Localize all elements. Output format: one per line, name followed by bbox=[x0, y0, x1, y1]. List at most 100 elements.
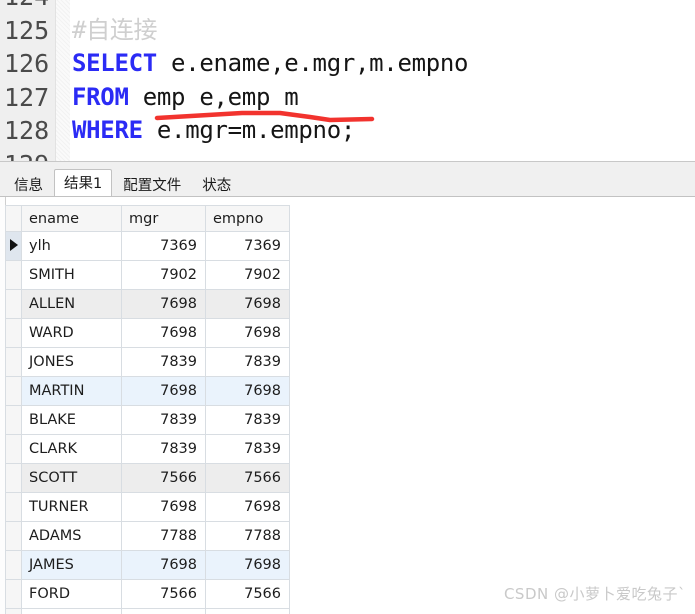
cell-empno[interactable]: 7902 bbox=[205, 260, 290, 290]
row-indicator-cell[interactable] bbox=[5, 260, 22, 290]
column-header-mgr[interactable]: mgr bbox=[121, 205, 206, 232]
column-header-empno[interactable]: empno bbox=[205, 205, 290, 232]
table-row[interactable]: ALLEN 7698 7698 bbox=[5, 289, 290, 319]
line-number: 125 bbox=[4, 15, 50, 45]
cell-mgr[interactable]: 7698 bbox=[121, 289, 206, 319]
tab-4[interactable]: 状态 bbox=[192, 173, 241, 198]
row-indicator-cell[interactable] bbox=[5, 434, 22, 464]
cell-mgr[interactable]: 7566 bbox=[121, 463, 206, 493]
code-line-text: FROM emp e,emp m bbox=[72, 81, 299, 115]
cell-ename[interactable]: MARTIN bbox=[21, 376, 122, 406]
table-row[interactable]: JONES 7839 7839 bbox=[5, 347, 290, 377]
cell-empno[interactable]: 7566 bbox=[205, 579, 290, 609]
cell-empno[interactable]: 7839 bbox=[205, 434, 290, 464]
column-header-ename[interactable]: ename bbox=[21, 205, 122, 232]
cell-empno[interactable]: 7566 bbox=[205, 463, 290, 493]
table-row[interactable]: SCOTT 7566 7566 bbox=[5, 463, 290, 493]
cell-mgr[interactable]: 7788 bbox=[121, 521, 206, 551]
result-table-body[interactable]: ylh 7369 7369 SMITH 7902 7902 ALLEN 7698 7698 WAR… bbox=[5, 231, 290, 614]
row-indicator-cell[interactable] bbox=[5, 289, 22, 319]
code-line[interactable]: 128 WHERE e.mgr=m.empno; bbox=[0, 114, 695, 148]
cell-mgr[interactable]: 7698 bbox=[121, 376, 206, 406]
code-line[interactable]: 126 SELECT e.ename,e.mgr,m.empno bbox=[0, 47, 695, 81]
code-token-plain: e.ename,e.mgr,m.empno bbox=[156, 49, 469, 77]
table-row[interactable]: ADAMS 7788 7788 bbox=[5, 521, 290, 551]
row-indicator-cell[interactable] bbox=[5, 463, 22, 493]
cell-mgr[interactable]: 7902 bbox=[121, 260, 206, 290]
row-indicator-cell[interactable] bbox=[5, 550, 22, 580]
cell-mgr[interactable]: 7698 bbox=[121, 318, 206, 348]
tab-3[interactable]: 配置文件 bbox=[113, 173, 191, 198]
cell-ename[interactable]: WARD bbox=[21, 318, 122, 348]
cell-ename[interactable]: ylh bbox=[21, 231, 122, 261]
cell-mgr[interactable]: 7698 bbox=[121, 550, 206, 580]
cell-ename[interactable]: MILLER bbox=[21, 608, 122, 614]
table-row[interactable]: FORD 7566 7566 bbox=[5, 579, 290, 609]
sql-code-editor[interactable]: 124125 #自连接 126 SELECT e.ename,e.mgr,m.empn… bbox=[0, 0, 695, 161]
code-line[interactable]: 125 #自连接 bbox=[0, 14, 695, 48]
row-indicator-cell[interactable] bbox=[5, 521, 22, 551]
cell-ename[interactable]: SMITH bbox=[21, 260, 122, 290]
row-indicator-cell[interactable] bbox=[5, 347, 22, 377]
cell-mgr[interactable]: 7566 bbox=[121, 579, 206, 609]
cell-ename[interactable]: JONES bbox=[21, 347, 122, 377]
cell-ename[interactable]: FORD bbox=[21, 579, 122, 609]
csdn-watermark: CSDN @小萝卜爱吃兔子` bbox=[503, 585, 686, 603]
row-indicator-cell[interactable] bbox=[5, 579, 22, 609]
table-row[interactable]: JAMES 7698 7698 bbox=[5, 550, 290, 580]
row-indicator-cell[interactable] bbox=[5, 231, 22, 261]
cell-mgr[interactable]: 7782 bbox=[121, 608, 206, 614]
row-indicator-cell[interactable] bbox=[5, 492, 22, 522]
result-table-header-row: ename mgr empno bbox=[5, 205, 290, 232]
cell-mgr[interactable]: 7369 bbox=[121, 231, 206, 261]
cell-empno[interactable]: 7698 bbox=[205, 492, 290, 522]
table-row[interactable]: MILLER77827782 bbox=[5, 608, 290, 614]
cell-mgr[interactable]: 7839 bbox=[121, 347, 206, 377]
row-indicator-cell[interactable] bbox=[5, 608, 22, 614]
cell-empno[interactable]: 7839 bbox=[205, 347, 290, 377]
cell-empno[interactable]: 7369 bbox=[205, 231, 290, 261]
table-row[interactable]: SMITH 7902 7902 bbox=[5, 260, 290, 290]
line-number: 126 bbox=[4, 49, 50, 78]
cell-empno[interactable]: 7698 bbox=[205, 550, 290, 580]
cell-mgr[interactable]: 7839 bbox=[121, 405, 206, 435]
table-row[interactable]: TURNER 7698 7698 bbox=[5, 492, 290, 522]
line-number: 124 bbox=[0, 0, 49, 14]
cell-empno[interactable]: 7698 bbox=[205, 289, 290, 319]
table-row[interactable]: WARD 7698 7698 bbox=[5, 318, 290, 348]
cell-ename[interactable]: BLAKE bbox=[21, 405, 122, 435]
code-line[interactable]: 129 bbox=[0, 148, 695, 162]
table-row[interactable]: MARTIN 7698 7698 bbox=[5, 376, 290, 406]
table-row[interactable]: ylh 7369 7369 bbox=[5, 231, 290, 261]
tab-1[interactable]: 信息 bbox=[4, 173, 53, 198]
cell-mgr[interactable]: 7839 bbox=[121, 434, 206, 464]
code-line[interactable]: 127 FROM emp e,emp m bbox=[0, 81, 695, 115]
result-table[interactable]: ename mgr empno ylh 7369 7369 SMITH 7902 7902 AL… bbox=[5, 205, 290, 614]
cell-empno[interactable]: 7698 bbox=[205, 318, 290, 348]
row-indicator-header bbox=[5, 205, 22, 232]
cell-empno[interactable]: 7698 bbox=[205, 376, 290, 406]
cell-empno[interactable]: 7839 bbox=[205, 405, 290, 435]
code-token-plain: e.mgr=m.empno; bbox=[142, 116, 355, 144]
cell-ename[interactable]: ALLEN bbox=[21, 289, 122, 319]
tab-2[interactable]: 结果1 bbox=[54, 169, 113, 198]
cell-empno[interactable]: 7782 bbox=[205, 608, 290, 614]
code-line[interactable]: 124 bbox=[0, 0, 695, 14]
result-grid-panel[interactable]: ename mgr empno ylh 7369 7369 SMITH 7902 7902 AL… bbox=[0, 197, 695, 614]
cell-empno[interactable]: 7788 bbox=[205, 521, 290, 551]
cell-ename[interactable]: SCOTT bbox=[21, 463, 122, 493]
cell-ename[interactable]: CLARK bbox=[21, 434, 122, 464]
code-token-keyword: SELECT bbox=[72, 49, 157, 77]
row-indicator-cell[interactable] bbox=[5, 318, 22, 348]
row-indicator-cell[interactable] bbox=[5, 376, 22, 406]
cell-ename[interactable]: ADAMS bbox=[21, 521, 122, 551]
row-indicator-cell[interactable] bbox=[5, 405, 22, 435]
code-token-plain: emp e,emp m bbox=[128, 82, 299, 111]
editor-code-area[interactable]: 124125 #自连接 126 SELECT e.ename,e.mgr,m.empn… bbox=[0, 0, 695, 161]
result-panel-tabbar: 信息 结果1 配置文件 状态 bbox=[0, 161, 695, 198]
cell-mgr[interactable]: 7698 bbox=[121, 492, 206, 522]
table-row[interactable]: BLAKE 7839 7839 bbox=[5, 405, 290, 435]
cell-ename[interactable]: TURNER bbox=[21, 492, 122, 522]
table-row[interactable]: CLARK 7839 7839 bbox=[5, 434, 290, 464]
cell-ename[interactable]: JAMES bbox=[21, 550, 122, 580]
